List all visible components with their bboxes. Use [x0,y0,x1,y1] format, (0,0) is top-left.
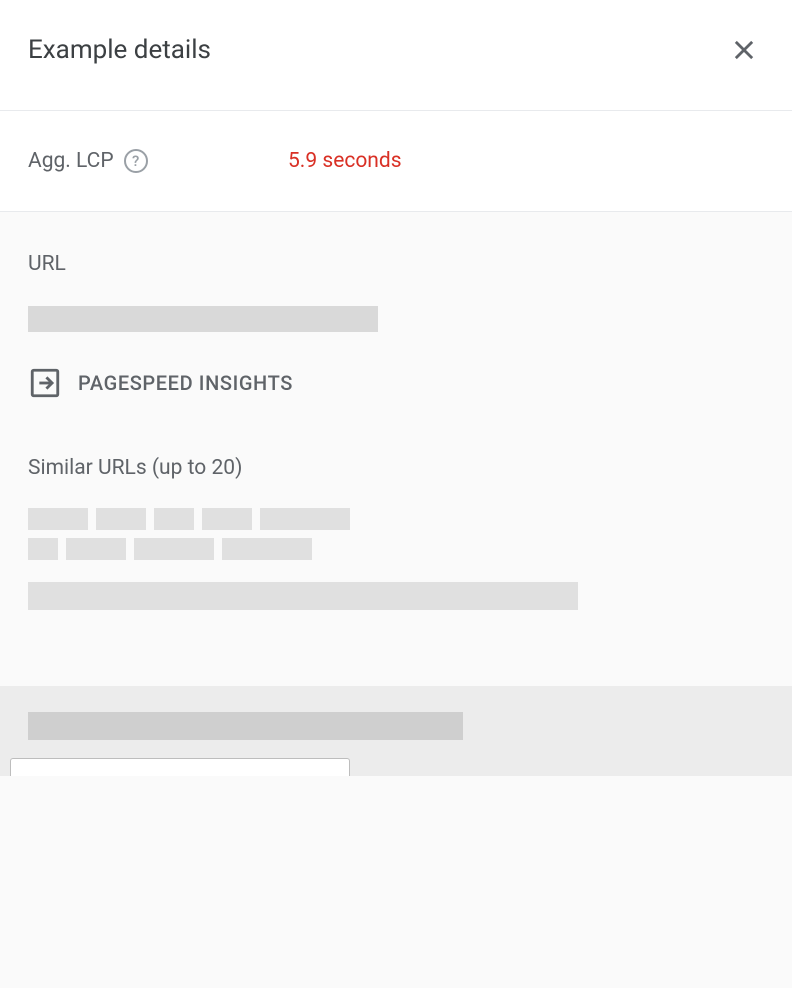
close-button[interactable] [724,30,764,70]
redacted-bar [28,712,463,740]
redacted-bar [28,538,58,560]
help-icon[interactable]: ? [124,149,148,173]
redacted-bar [222,538,312,560]
pagespeed-insights-link[interactable]: PAGESPEED INSIGHTS [28,366,764,400]
list-item [28,582,764,610]
url-value-redacted [28,306,764,332]
popup-stub[interactable] [10,758,350,776]
redacted-bar [28,306,378,332]
redacted-bar [96,508,146,530]
similar-urls-list [28,508,764,610]
panel-header: Example details [0,0,792,111]
metric-label: Agg. LCP ? [28,149,268,173]
list-item [28,538,764,560]
close-icon [730,36,758,64]
redacted-bar [134,538,214,560]
redacted-bar [260,508,350,530]
body-section: URL PAGESPEED INSIGHTS Similar URLs (up … [0,212,792,988]
pagespeed-insights-label: PAGESPEED INSIGHTS [78,371,293,395]
similar-urls-label: Similar URLs (up to 20) [28,456,764,480]
panel-title: Example details [28,35,211,65]
metric-label-text: Agg. LCP [28,149,114,173]
open-external-icon [28,366,62,400]
redacted-bar [154,508,194,530]
metric-row: Agg. LCP ? 5.9 seconds [0,111,792,212]
metric-value: 5.9 seconds [288,149,402,173]
redacted-bar [28,508,88,530]
list-item [28,508,764,530]
redacted-bar [66,538,126,560]
url-section-label: URL [28,252,764,276]
redacted-bar [202,508,252,530]
redacted-bar [28,582,578,610]
